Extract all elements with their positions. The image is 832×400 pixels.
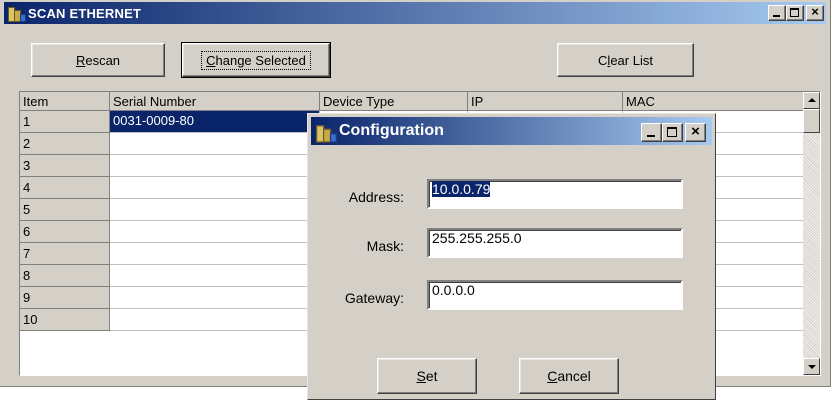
configuration-dialog: Configuration × Address: 10.0.0.79 Mask:…	[307, 113, 716, 400]
maximize-icon[interactable]	[662, 123, 683, 142]
mask-field[interactable]: 255.255.255.0	[427, 228, 683, 258]
cell-serial[interactable]	[110, 199, 320, 221]
scroll-down-icon[interactable]	[803, 358, 820, 375]
cell-serial[interactable]	[110, 265, 320, 287]
scroll-thumb[interactable]	[803, 109, 820, 133]
cell-serial[interactable]	[110, 287, 320, 309]
minimize-icon[interactable]	[641, 123, 662, 142]
close-icon[interactable]: ×	[685, 123, 706, 142]
cell-serial[interactable]	[110, 133, 320, 155]
row-item-number[interactable]: 4	[20, 177, 110, 199]
clear-list-button[interactable]: Clear List	[557, 43, 694, 77]
cell-serial[interactable]: 0031-0009-80	[110, 111, 320, 133]
col-header-ip[interactable]: IP	[468, 92, 623, 111]
mask-label: Mask:	[366, 238, 404, 254]
row-item-number[interactable]: 10	[20, 309, 110, 331]
col-header-device-type[interactable]: Device Type	[320, 92, 468, 111]
address-field[interactable]: 10.0.0.79	[427, 179, 683, 209]
gateway-label: Gateway:	[344, 290, 404, 306]
mask-value: 255.255.255.0	[432, 230, 522, 246]
maximize-icon[interactable]	[786, 5, 804, 21]
dialog-caption-buttons: ×	[641, 123, 706, 142]
row-item-number[interactable]: 3	[20, 155, 110, 177]
minimize-icon[interactable]	[768, 5, 786, 21]
col-header-item[interactable]: Item	[20, 92, 110, 111]
close-icon[interactable]: ×	[806, 5, 824, 21]
row-item-number[interactable]: 5	[20, 199, 110, 221]
change-selected-button[interactable]: Change Selected	[181, 42, 331, 78]
col-header-mac[interactable]: MAC	[623, 92, 805, 111]
table-header: Item Serial Number Device Type IP MAC	[20, 92, 805, 111]
rescan-label: Rescan	[75, 52, 121, 68]
row-item-number[interactable]: 8	[20, 265, 110, 287]
scroll-up-icon[interactable]	[803, 92, 820, 109]
set-button[interactable]: Set	[377, 358, 477, 394]
cell-serial[interactable]	[110, 177, 320, 199]
row-item-number[interactable]: 2	[20, 133, 110, 155]
app-icon	[315, 123, 337, 143]
cell-serial[interactable]	[110, 221, 320, 243]
address-value: 10.0.0.79	[432, 181, 491, 197]
gateway-value: 0.0.0.0	[432, 282, 475, 298]
cell-serial[interactable]	[110, 155, 320, 177]
cancel-label: Cancel	[547, 368, 591, 384]
col-header-serial[interactable]: Serial Number	[110, 92, 320, 111]
cell-serial[interactable]	[110, 243, 320, 265]
row-item-number[interactable]: 6	[20, 221, 110, 243]
cancel-button[interactable]: Cancel	[519, 358, 619, 394]
change-selected-label: Change Selected	[201, 50, 311, 70]
window-titlebar[interactable]: SCAN ETHERNET ×	[4, 2, 826, 24]
set-label: Set	[416, 368, 438, 384]
clear-list-label: Clear List	[598, 52, 653, 68]
gateway-field[interactable]: 0.0.0.0	[427, 280, 683, 310]
window-caption-buttons: ×	[768, 5, 824, 21]
rescan-button[interactable]: Rescan	[31, 43, 165, 77]
vertical-scrollbar[interactable]	[803, 92, 820, 375]
app-icon	[7, 5, 26, 22]
row-item-number[interactable]: 9	[20, 287, 110, 309]
row-item-number[interactable]: 7	[20, 243, 110, 265]
dialog-titlebar[interactable]: Configuration ×	[311, 117, 712, 145]
address-label: Address:	[348, 189, 404, 205]
cell-serial[interactable]	[110, 309, 320, 331]
row-item-number[interactable]: 1	[20, 111, 110, 133]
window-title: SCAN ETHERNET	[28, 6, 142, 21]
dialog-title: Configuration	[339, 122, 444, 139]
